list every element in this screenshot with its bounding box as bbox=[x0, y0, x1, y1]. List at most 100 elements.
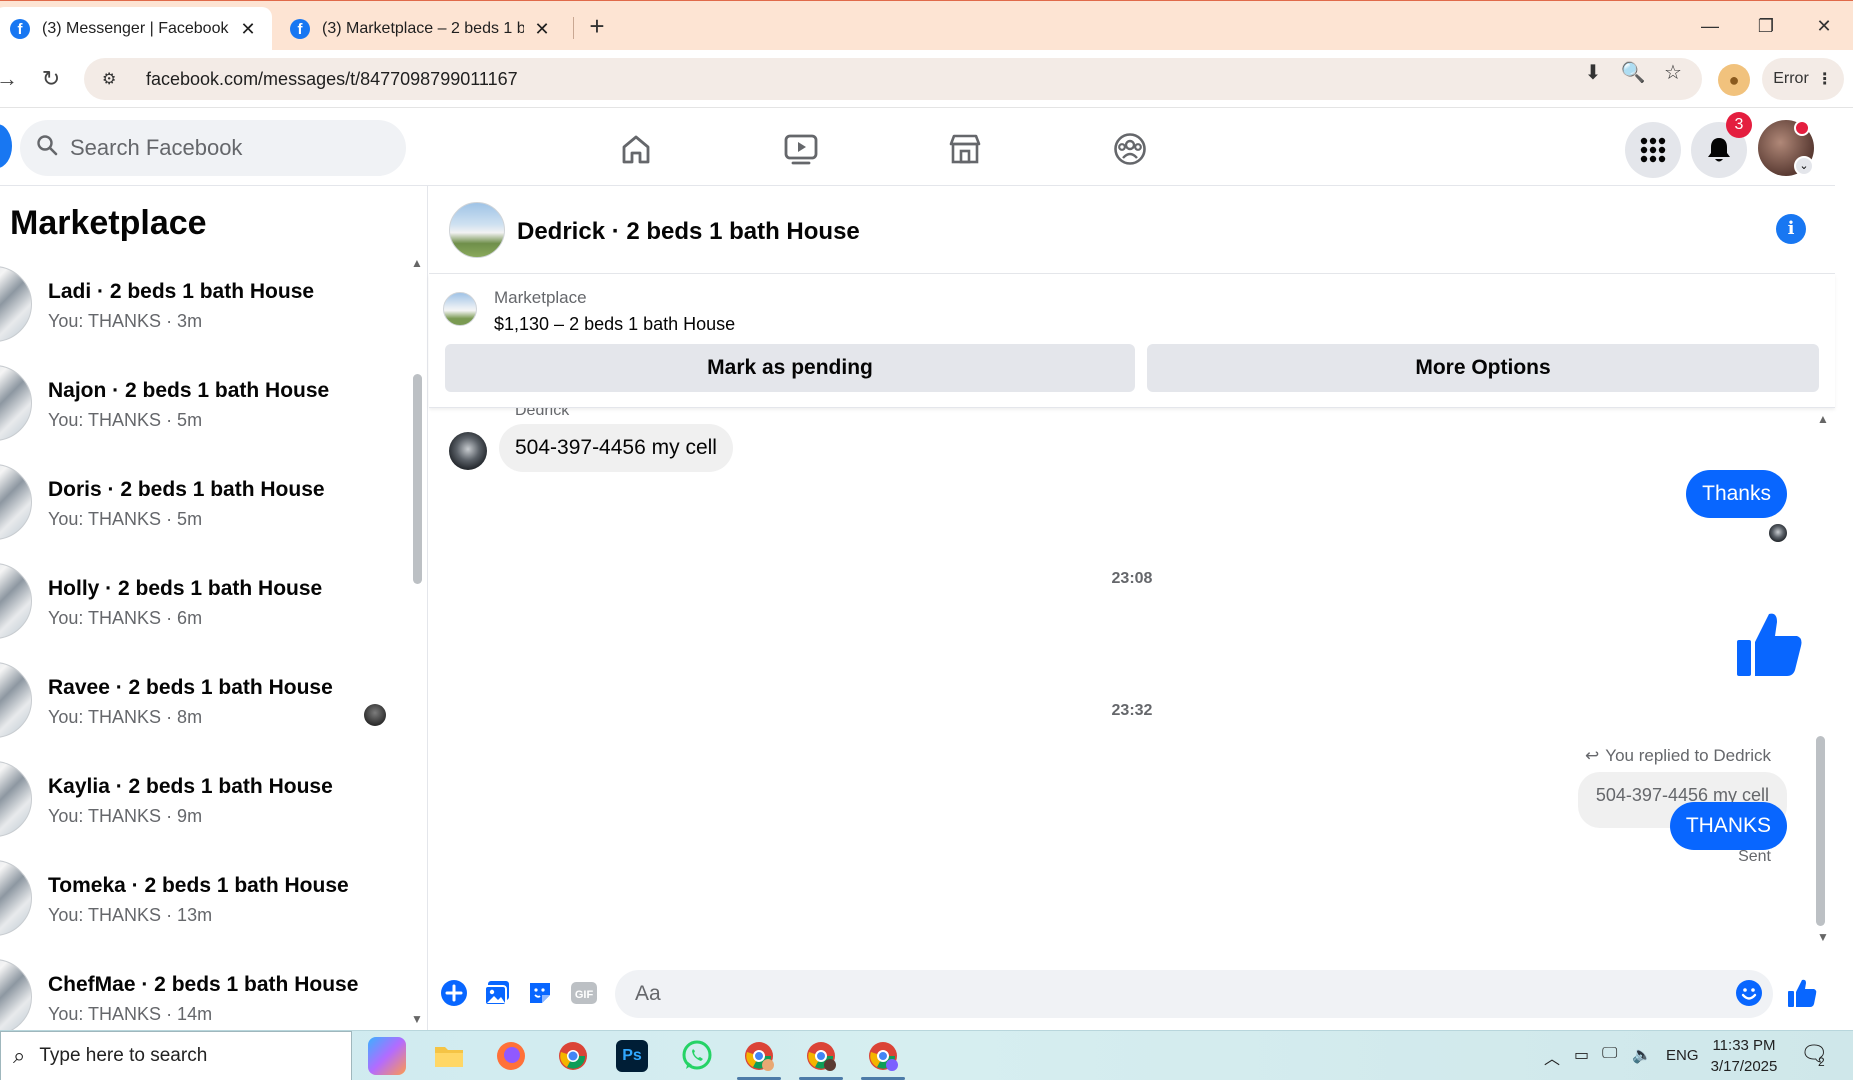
chat-listing-thumbnail[interactable] bbox=[449, 202, 505, 258]
scroll-down-arrow-icon[interactable]: ▼ bbox=[411, 1012, 423, 1026]
listing-thumbnail bbox=[0, 662, 32, 738]
home-nav-icon[interactable] bbox=[611, 124, 661, 174]
install-app-icon[interactable]: ⬇ bbox=[1580, 60, 1606, 86]
copilot-icon[interactable] bbox=[368, 1037, 406, 1075]
conversation-item[interactable]: Ladi · 2 beds 1 bath House You: THANKS ·… bbox=[0, 248, 410, 347]
site-settings-icon[interactable]: ⚙ bbox=[102, 69, 122, 89]
tray-overflow-chevron-icon[interactable]: ︿ bbox=[1544, 1045, 1560, 1069]
volume-muted-icon[interactable]: 🔈 bbox=[1632, 1045, 1652, 1065]
firefox-icon[interactable] bbox=[492, 1037, 530, 1075]
groups-nav-icon[interactable] bbox=[1105, 124, 1155, 174]
facebook-top-nav: 3 ⌄ bbox=[0, 108, 1835, 186]
conversation-name: Najon · 2 beds 1 bath House bbox=[48, 379, 330, 402]
conversation-item[interactable]: Kaylia · 2 beds 1 bath House You: THANKS… bbox=[0, 743, 410, 842]
listing-thumbnail bbox=[0, 266, 32, 342]
listing-thumbnail bbox=[0, 959, 32, 1030]
send-like-icon[interactable] bbox=[1787, 978, 1817, 1008]
conversation-item[interactable]: Holly · 2 beds 1 bath House You: THANKS … bbox=[0, 545, 410, 644]
conversation-preview: You: THANKS · 8m bbox=[48, 707, 203, 727]
listing-price-title[interactable]: $1,130 – 2 beds 1 bath House bbox=[494, 314, 735, 335]
listing-banner-thumbnail[interactable] bbox=[443, 292, 477, 326]
new-tab-button[interactable]: + bbox=[582, 11, 612, 41]
browser-profile-icon[interactable]: ● bbox=[1718, 64, 1750, 96]
sidebar-scrollbar[interactable] bbox=[410, 256, 426, 1016]
profile-error-button[interactable]: Error ⋮ bbox=[1762, 58, 1844, 100]
chrome-icon[interactable] bbox=[554, 1037, 592, 1075]
plus-circle-icon[interactable] bbox=[439, 978, 469, 1008]
bookmark-star-icon[interactable]: ☆ bbox=[1660, 60, 1686, 86]
network-icon[interactable]: 🖵 bbox=[1602, 1045, 1617, 1063]
video-nav-icon[interactable] bbox=[776, 124, 826, 174]
seen-avatar bbox=[364, 704, 386, 726]
sidebar-title: Marketplace bbox=[10, 204, 207, 242]
conversation-item[interactable]: Doris · 2 beds 1 bath House You: THANKS … bbox=[0, 446, 410, 545]
reply-message-bubble[interactable]: THANKS bbox=[1669, 802, 1787, 850]
zoom-icon[interactable]: 🔍 bbox=[1620, 60, 1646, 86]
conversation-name: Ladi · 2 beds 1 bath House bbox=[48, 280, 315, 303]
restore-button[interactable]: ❐ bbox=[1746, 11, 1786, 41]
facebook-logo-icon[interactable] bbox=[0, 124, 12, 168]
whatsapp-icon[interactable] bbox=[678, 1037, 716, 1075]
facebook-search[interactable] bbox=[20, 120, 406, 176]
search-input[interactable] bbox=[70, 135, 370, 161]
reload-button[interactable]: ↻ bbox=[36, 64, 66, 94]
chrome-profile-3-icon[interactable] bbox=[864, 1037, 902, 1075]
kebab-menu-icon: ⋮ bbox=[1816, 71, 1833, 88]
language-indicator[interactable]: ENG bbox=[1666, 1047, 1699, 1064]
outgoing-message-bubble[interactable]: Thanks bbox=[1686, 470, 1787, 518]
tab-messenger[interactable]: f (3) Messenger | Facebook ✕ bbox=[0, 7, 272, 51]
message-input[interactable] bbox=[615, 970, 1773, 1018]
chrome-profile-1-icon[interactable] bbox=[740, 1037, 778, 1075]
marketplace-nav-icon[interactable] bbox=[940, 124, 990, 174]
bell-icon bbox=[1708, 138, 1730, 162]
conversation-item[interactable]: Najon · 2 beds 1 bath House You: THANKS … bbox=[0, 347, 410, 446]
taskbar-search-input[interactable] bbox=[39, 1045, 340, 1067]
mark-as-pending-button[interactable]: Mark as pending bbox=[445, 344, 1135, 392]
address-bar[interactable]: ⚙ facebook.com/messages/t/84770987990111… bbox=[84, 58, 1702, 100]
info-icon[interactable]: i bbox=[1776, 214, 1806, 244]
tab-close-icon[interactable]: ✕ bbox=[238, 19, 258, 40]
close-window-button[interactable]: ✕ bbox=[1804, 11, 1844, 41]
scroll-down-arrow-icon[interactable]: ▼ bbox=[1817, 930, 1829, 944]
browser-toolbar: → ↻ ⚙ facebook.com/messages/t/8477098799… bbox=[0, 50, 1853, 108]
sticker-icon[interactable] bbox=[525, 978, 555, 1008]
chat-title[interactable]: Dedrick · 2 beds 1 bath House bbox=[517, 218, 860, 246]
read-receipt-avatar bbox=[1769, 524, 1787, 542]
tab-close-icon[interactable]: ✕ bbox=[532, 19, 552, 40]
conversation-item[interactable]: Ravee · 2 beds 1 bath House You: THANKS … bbox=[0, 644, 410, 743]
conversation-preview: You: THANKS · 6m bbox=[48, 608, 203, 628]
conversation-name: ChefMae · 2 beds 1 bath House bbox=[48, 973, 359, 996]
incoming-message-bubble[interactable]: 504-397-4456 my cell bbox=[499, 424, 733, 472]
scroll-up-arrow-icon[interactable]: ▲ bbox=[1817, 412, 1829, 426]
conversation-item[interactable]: ChefMae · 2 beds 1 bath House You: THANK… bbox=[0, 941, 410, 1030]
meet-now-icon[interactable]: ▭ bbox=[1574, 1045, 1589, 1065]
thread-scrollbar-thumb[interactable] bbox=[1816, 736, 1825, 926]
scroll-up-arrow-icon[interactable]: ▲ bbox=[411, 256, 423, 270]
taskbar-search[interactable]: ⌕ bbox=[0, 1031, 352, 1080]
conversation-preview: You: THANKS · 13m bbox=[48, 905, 213, 925]
sidebar-scrollbar-thumb[interactable] bbox=[413, 374, 422, 584]
photoshop-icon[interactable]: Ps bbox=[616, 1040, 648, 1072]
photo-icon[interactable] bbox=[482, 978, 512, 1008]
conversation-sidebar: Marketplace Ladi · 2 beds 1 bath House Y… bbox=[0, 186, 428, 1030]
more-options-button[interactable]: More Options bbox=[1147, 344, 1819, 392]
search-icon: ⌕ bbox=[13, 1043, 26, 1068]
emoji-icon[interactable] bbox=[1734, 978, 1764, 1008]
avatar-status-dot bbox=[1794, 120, 1810, 136]
chevron-down-icon[interactable]: ⌄ bbox=[1794, 156, 1814, 176]
tab-title: (3) Messenger | Facebook bbox=[42, 20, 229, 37]
conversation-preview: You: THANKS · 5m bbox=[48, 509, 203, 529]
gif-icon[interactable]: GIF bbox=[569, 978, 599, 1008]
minimize-button[interactable]: — bbox=[1690, 11, 1730, 41]
file-explorer-icon[interactable] bbox=[430, 1037, 468, 1075]
sender-avatar[interactable] bbox=[449, 432, 487, 470]
notification-badge: 3 bbox=[1726, 112, 1752, 138]
tab-marketplace[interactable]: f (3) Marketplace – 2 beds 1 bath ✕ bbox=[274, 7, 566, 51]
menu-grid-button[interactable] bbox=[1625, 122, 1681, 178]
forward-button[interactable]: → bbox=[0, 64, 22, 94]
conversation-item[interactable]: Tomeka · 2 beds 1 bath House You: THANKS… bbox=[0, 842, 410, 941]
system-clock[interactable]: 11:33 PM 3/17/2025 bbox=[1704, 1035, 1784, 1077]
thumbs-up-sticker-icon[interactable] bbox=[1735, 610, 1803, 683]
profile-error-label: Error bbox=[1773, 70, 1809, 87]
chrome-profile-2-icon[interactable] bbox=[802, 1037, 840, 1075]
